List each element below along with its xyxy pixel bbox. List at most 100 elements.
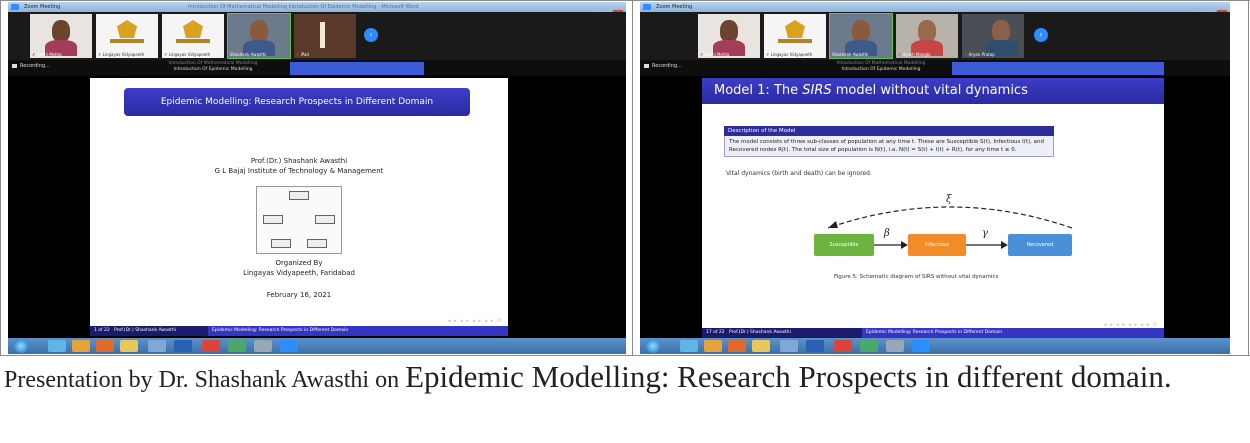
logo-wordmark xyxy=(778,39,812,43)
footer-page: 1 of 22 xyxy=(94,328,110,333)
folder-taskbar-icon[interactable] xyxy=(752,340,770,352)
breadcrumb-bottom: Introduction Of Epidemic Modelling xyxy=(841,67,921,72)
firefox-taskbar-icon[interactable] xyxy=(96,340,114,352)
slide-title: Epidemic Modelling: Research Prospects i… xyxy=(160,97,434,107)
participant-tile-active-speaker[interactable]: Shashank Awasthi xyxy=(829,13,893,59)
participant-tile[interactable]: ✗ Lingayas Vidyapeeth xyxy=(764,14,826,58)
left-titlebar: Zoom Meeting Introduction Of Mathematica… xyxy=(8,2,626,18)
logo-wordmark xyxy=(110,39,144,43)
participant-name: Shashank Awasthi xyxy=(832,52,869,57)
recording-label: Recording... xyxy=(652,63,682,69)
diagram-node xyxy=(263,215,283,224)
participant-name-text: Lingayas Vidyapeeth xyxy=(770,52,813,57)
participant-name: ✗ Lingayas Vidyapeeth xyxy=(766,52,812,57)
slide-institute: G L Bajaj Institute of Technology & Mana… xyxy=(214,167,384,175)
next-page-arrow-icon[interactable]: › xyxy=(1034,28,1048,42)
media-taskbar-icon[interactable] xyxy=(72,340,90,352)
next-page-arrow-icon[interactable]: › xyxy=(364,28,378,42)
footer-author: Prof.(Dr.) Shashank Awasthi xyxy=(728,330,791,335)
zoom-app-icon xyxy=(643,4,651,10)
participant-face xyxy=(918,20,936,42)
participant-tile[interactable]: ✗ Jyothi Mehta xyxy=(30,14,92,58)
right-participant-gallery: ✗ Kunhi Mehta ✗ Lingayas Vidyapeeth Shas… xyxy=(640,12,1230,60)
xi-label: ξ xyxy=(946,194,952,205)
beamer-breadcrumb: Introduction Of Mathematical Modelling In… xyxy=(148,61,278,73)
footer-title: Epidemic Modelling: Research Prospects i… xyxy=(212,328,349,333)
figure-caption-text: Presentation by Dr. Shashank Awasthi on … xyxy=(4,357,1244,403)
app-taskbar-icon[interactable] xyxy=(228,340,246,352)
beamer-header-bar xyxy=(952,62,1164,75)
feedback-arrow xyxy=(827,206,1073,229)
word-taskbar-icon[interactable] xyxy=(174,340,192,352)
ie-taskbar-icon[interactable] xyxy=(48,340,66,352)
participant-tile[interactable]: ✗ Ayush Mangla xyxy=(896,14,958,58)
slide-footer-right: Epidemic Modelling: Research Prospects i… xyxy=(862,328,1164,338)
participant-face xyxy=(992,20,1010,42)
right-recording-bar: Recording... Introduction Of Mathematica… xyxy=(640,60,1230,76)
app-taskbar-icon[interactable] xyxy=(254,340,272,352)
beamer-navigation-icons[interactable]: ◂ ▸ ◂ ▸ ◂ ▸ ◂ ▸ ↺ xyxy=(448,318,502,324)
participant-name: ✗ Jyothi Mehta xyxy=(32,52,62,57)
participant-name-text: Ayush Mangla xyxy=(902,52,931,57)
word-taskbar-icon[interactable] xyxy=(806,340,824,352)
left-title-slide: Epidemic Modelling: Research Prospects i… xyxy=(90,78,508,330)
left-border xyxy=(0,0,1,356)
participant-name: ✗ Lingayas Vidyapeeth xyxy=(164,52,210,57)
zoom-app-icon xyxy=(11,4,19,10)
left-recording-bar: Recording... Introduction Of Mathematica… xyxy=(8,60,626,76)
slide-date: February 16, 2021 xyxy=(266,291,332,299)
zoom-taskbar-icon[interactable] xyxy=(912,340,930,352)
record-icon xyxy=(644,63,649,68)
window-controls xyxy=(590,3,624,18)
participant-tile[interactable]: ✗ iPad xyxy=(294,14,356,58)
left-window-title: Zoom Meeting xyxy=(24,4,61,10)
start-button-icon[interactable] xyxy=(646,339,660,353)
recording-label: Recording... xyxy=(20,63,50,69)
susceptible-node: Susceptible xyxy=(814,234,874,256)
beamer-header-bar xyxy=(290,62,424,75)
slide-title-box: Epidemic Modelling: Research Prospects i… xyxy=(124,88,470,116)
app-taskbar-icon[interactable] xyxy=(148,340,166,352)
app-taskbar-icon[interactable] xyxy=(780,340,798,352)
slide-organizer: Lingayas Vidyapeeth, Faridabad xyxy=(243,269,355,277)
zoom-taskbar-icon[interactable] xyxy=(280,340,298,352)
top-border xyxy=(0,0,1250,1)
right-window-title: Zoom Meeting xyxy=(656,4,693,10)
footer-page: 17 of 22 xyxy=(706,330,725,335)
participant-tile[interactable]: ✗ Lingayas Vidyapeeth xyxy=(162,14,224,58)
record-icon xyxy=(12,63,17,68)
windows-taskbar xyxy=(640,338,1230,354)
folder-taskbar-icon[interactable] xyxy=(120,340,138,352)
middle-border xyxy=(632,0,633,356)
window-controls xyxy=(1194,3,1228,18)
participant-name-text: Aryan Pratap xyxy=(968,52,995,57)
mini-cycle-diagram xyxy=(256,186,342,254)
recording-indicator[interactable]: Recording... xyxy=(644,63,682,69)
chrome-taskbar-icon[interactable] xyxy=(834,340,852,352)
participant-name-text: Lingayas Vidyapeeth xyxy=(102,52,145,57)
beta-label: β xyxy=(884,228,890,239)
start-button-icon[interactable] xyxy=(14,339,28,353)
participant-tile[interactable]: ✗ Aryan Pratap xyxy=(962,14,1024,58)
feedback-arrowhead xyxy=(828,221,838,228)
media-taskbar-icon[interactable] xyxy=(704,340,722,352)
gamma-arrowhead xyxy=(1001,241,1008,249)
participant-tile[interactable]: ✗ Lingayas Vidyapeeth xyxy=(96,14,158,58)
gamma-label: γ xyxy=(982,228,988,239)
participant-face xyxy=(720,20,738,42)
app-taskbar-icon[interactable] xyxy=(860,340,878,352)
video-content xyxy=(320,22,325,48)
recording-indicator[interactable]: Recording... xyxy=(12,63,50,69)
chrome-taskbar-icon[interactable] xyxy=(202,340,220,352)
participant-tile[interactable]: ✗ Kunhi Mehta xyxy=(698,14,760,58)
participant-face xyxy=(852,20,870,42)
figure-frame: Zoom Meeting Introduction Of Mathematica… xyxy=(0,0,1250,443)
firefox-taskbar-icon[interactable] xyxy=(728,340,746,352)
participant-face xyxy=(52,20,70,42)
breadcrumb-bottom: Introduction Of Epidemic Modelling xyxy=(173,67,253,72)
app-taskbar-icon[interactable] xyxy=(886,340,904,352)
ie-taskbar-icon[interactable] xyxy=(680,340,698,352)
windows-taskbar xyxy=(8,338,626,354)
right-titlebar: Zoom Meeting xyxy=(640,2,1230,18)
participant-tile-active-speaker[interactable]: Shashank Awasthi xyxy=(227,13,291,59)
